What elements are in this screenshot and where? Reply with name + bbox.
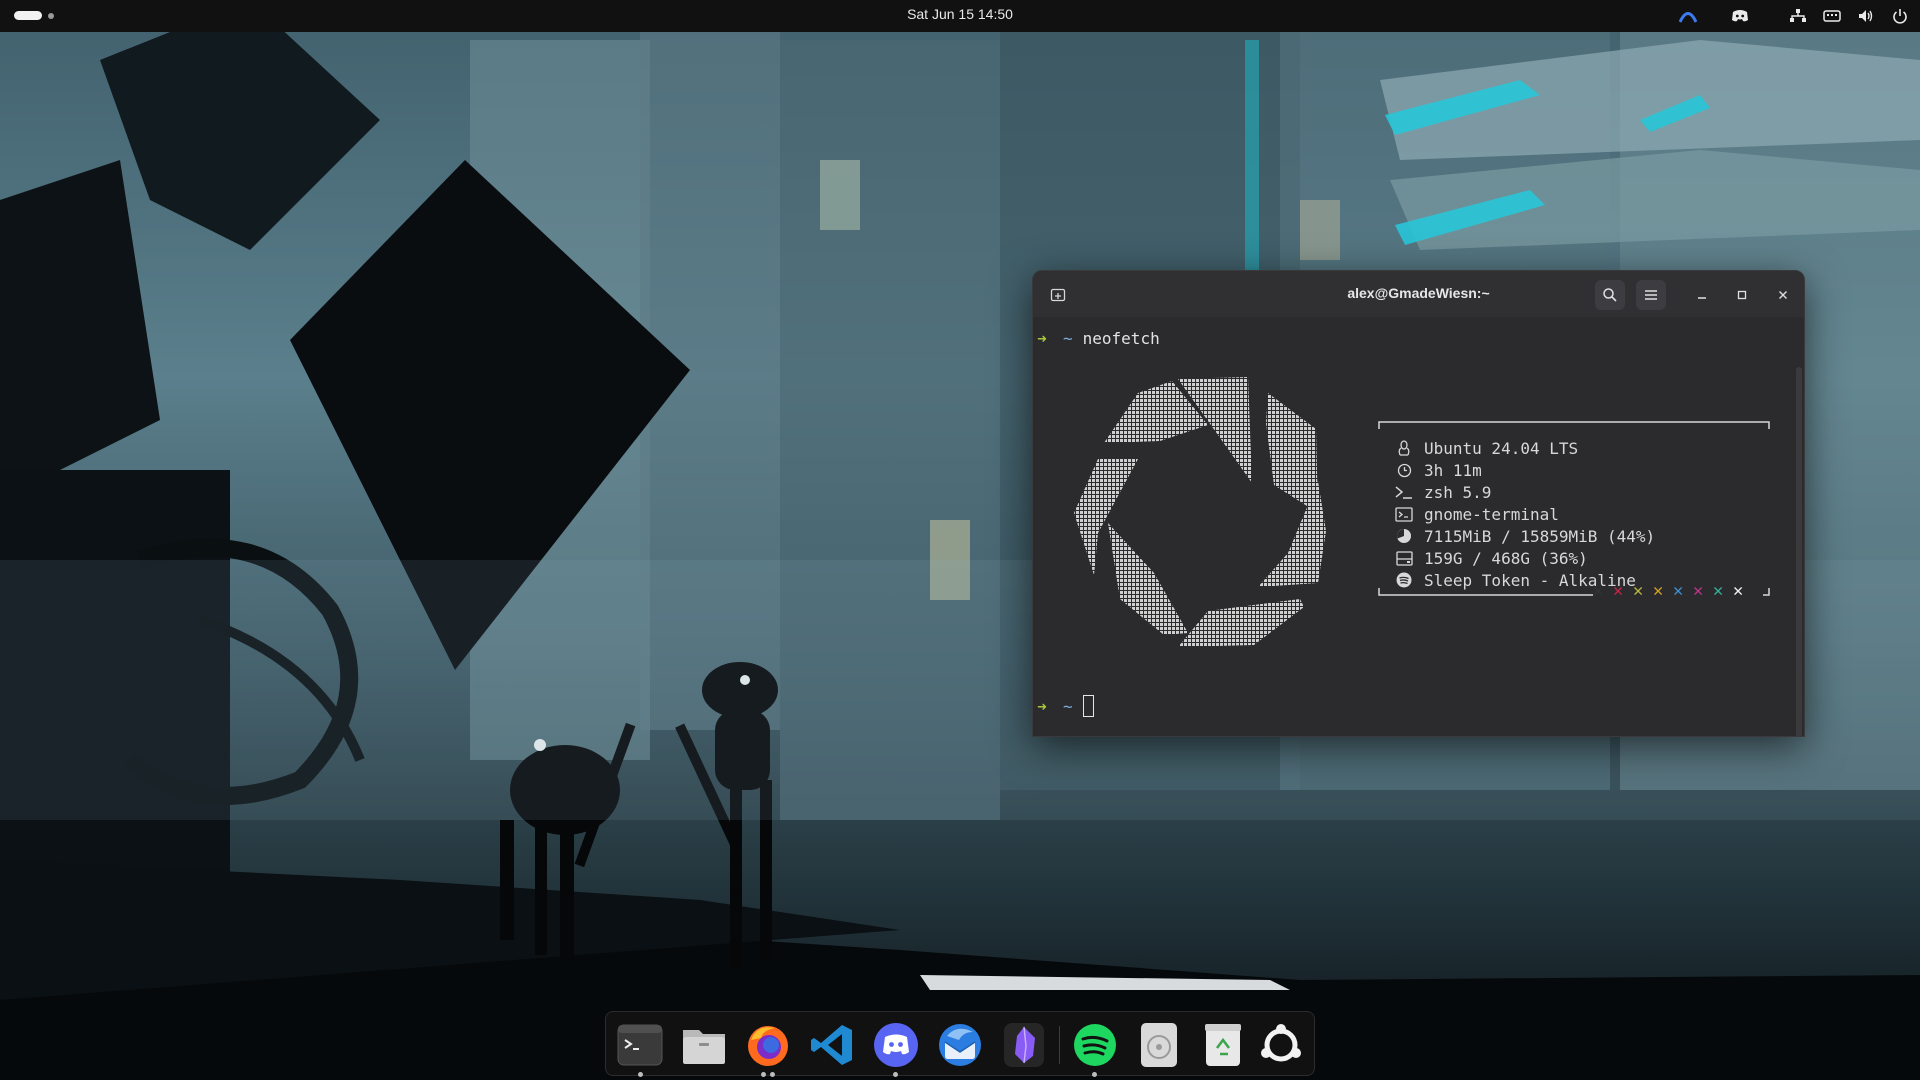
info-os-text: Ubuntu 24.04 LTS <box>1424 438 1579 458</box>
linux-penguin-icon <box>1394 438 1414 458</box>
palette-mark-1: ✕ <box>1613 581 1624 601</box>
dock-obsidian[interactable] <box>999 1020 1049 1070</box>
keyboard-layout-icon[interactable] <box>1822 6 1842 26</box>
palette-mark-7: ✕ <box>1733 581 1744 601</box>
power-icon[interactable] <box>1890 6 1910 26</box>
dock-spotify[interactable] <box>1070 1020 1120 1077</box>
running-indicator <box>770 1072 775 1077</box>
info-shell: zsh 5.9 <box>1394 481 1491 503</box>
terminal-window[interactable]: alex@GmadeWiesn:~ ➜ ~ neofetch Ubuntu 24… <box>1032 270 1805 737</box>
info-uptime: 3h 11m <box>1394 459 1482 481</box>
spotify-small-icon <box>1394 570 1414 590</box>
dock-firefox[interactable] <box>743 1020 793 1077</box>
memory-pie-icon <box>1394 526 1414 546</box>
search-icon <box>1603 288 1617 302</box>
running-indicator <box>761 1072 766 1077</box>
info-uptime-text: 3h 11m <box>1424 460 1482 480</box>
close-icon <box>1779 291 1787 299</box>
info-music-text: Sleep Token - Alkaline <box>1424 570 1636 590</box>
text-cursor <box>1082 695 1094 717</box>
vpn-icon[interactable] <box>1678 6 1698 26</box>
palette-mark-6: ✕ <box>1713 581 1724 601</box>
workspace-indicator-active <box>14 11 42 20</box>
info-terminal-text: gnome-terminal <box>1424 504 1559 524</box>
ubuntu-logo-icon <box>1261 1024 1301 1062</box>
dock-thunderbird[interactable] <box>935 1020 985 1070</box>
dock-trash[interactable] <box>1198 1020 1248 1070</box>
dock-terminal[interactable] <box>615 1020 665 1077</box>
terminal-headerbar[interactable]: alex@GmadeWiesn:~ <box>1033 271 1804 317</box>
close-button[interactable] <box>1768 280 1798 310</box>
palette-mark-2: ✕ <box>1633 581 1644 601</box>
thunderbird-icon <box>939 1024 981 1066</box>
dock-discord[interactable] <box>871 1020 921 1077</box>
folder-icon <box>683 1030 725 1064</box>
activities-button[interactable] <box>14 11 54 20</box>
discord-icon <box>874 1023 918 1067</box>
running-indicator <box>637 1072 643 1077</box>
dock-separator <box>1059 1026 1060 1064</box>
running-indicator <box>1092 1072 1097 1077</box>
info-shell-text: zsh 5.9 <box>1424 482 1492 502</box>
system-tray <box>1678 5 1910 27</box>
palette-mark-3: ✕ <box>1653 581 1664 601</box>
typed-command: neofetch <box>1082 329 1160 348</box>
dock-disk-utility[interactable] <box>1134 1020 1184 1070</box>
maximize-button[interactable] <box>1727 280 1757 310</box>
discord-tray-icon[interactable] <box>1730 6 1750 26</box>
minimize-button[interactable] <box>1687 280 1717 310</box>
search-button[interactable] <box>1595 280 1625 310</box>
firefox-icon <box>748 1026 788 1066</box>
dock-files[interactable] <box>679 1020 729 1070</box>
neofetch-info-box: Ubuntu 24.04 LTS 3h 11m zsh 5.9 gnome-te… <box>1378 421 1770 601</box>
terminal-output[interactable]: ➜ ~ neofetch Ubuntu 24.04 LTS 3h 11m zsh… <box>1033 317 1804 736</box>
network-icon[interactable] <box>1788 6 1808 26</box>
prompt-directory: ~ <box>1063 696 1073 716</box>
obsidian-icon <box>1004 1023 1044 1067</box>
info-terminal: gnome-terminal <box>1394 503 1559 525</box>
palette-mark-0: ✕ <box>1593 581 1604 601</box>
terminal-app-icon <box>617 1024 663 1066</box>
dock <box>605 1011 1315 1077</box>
command-line: ➜ ~ neofetch <box>1033 329 1160 348</box>
clock-date-time[interactable]: Sat Jun 15 14:50 <box>907 6 1013 22</box>
palette-mark-4: ✕ <box>1673 581 1684 601</box>
workspace-indicator-inactive <box>48 12 54 19</box>
top-bar: Sat Jun 15 14:50 <box>0 0 1920 32</box>
prompt-arrow: ➜ <box>1037 696 1047 716</box>
spotify-icon <box>1074 1024 1116 1066</box>
volume-icon[interactable] <box>1856 6 1876 26</box>
info-disk-text: 159G / 468G (36%) <box>1424 548 1588 568</box>
disk-icon <box>1394 548 1414 568</box>
aperture-logo-ascii <box>1074 377 1326 647</box>
prompt-arrow: ➜ <box>1037 329 1047 348</box>
shell-prompt-icon <box>1394 482 1414 502</box>
maximize-icon <box>1737 290 1747 300</box>
info-disk: 159G / 468G (36%) <box>1394 547 1588 569</box>
menu-button[interactable] <box>1636 280 1666 310</box>
prompt-directory: ~ <box>1063 329 1073 348</box>
scrollbar[interactable] <box>1796 367 1802 736</box>
minimize-icon <box>1698 297 1706 299</box>
info-os: Ubuntu 24.04 LTS <box>1394 437 1578 459</box>
disk-utility-icon <box>1141 1023 1177 1067</box>
vscode-icon <box>811 1025 852 1065</box>
dock-vscode[interactable] <box>807 1020 857 1070</box>
info-memory: 7115MiB / 15859MiB (44%) <box>1394 525 1655 547</box>
terminal-icon <box>1394 504 1414 524</box>
clock-icon <box>1394 460 1414 480</box>
palette-mark-5: ✕ <box>1693 581 1704 601</box>
info-memory-text: 7115MiB / 15859MiB (44%) <box>1424 526 1656 546</box>
current-prompt-line[interactable]: ➜ ~ <box>1033 695 1094 717</box>
hamburger-icon <box>1645 290 1657 300</box>
running-indicator <box>893 1072 898 1077</box>
trash-icon <box>1205 1024 1241 1066</box>
dock-show-apps[interactable] <box>1256 1020 1306 1070</box>
